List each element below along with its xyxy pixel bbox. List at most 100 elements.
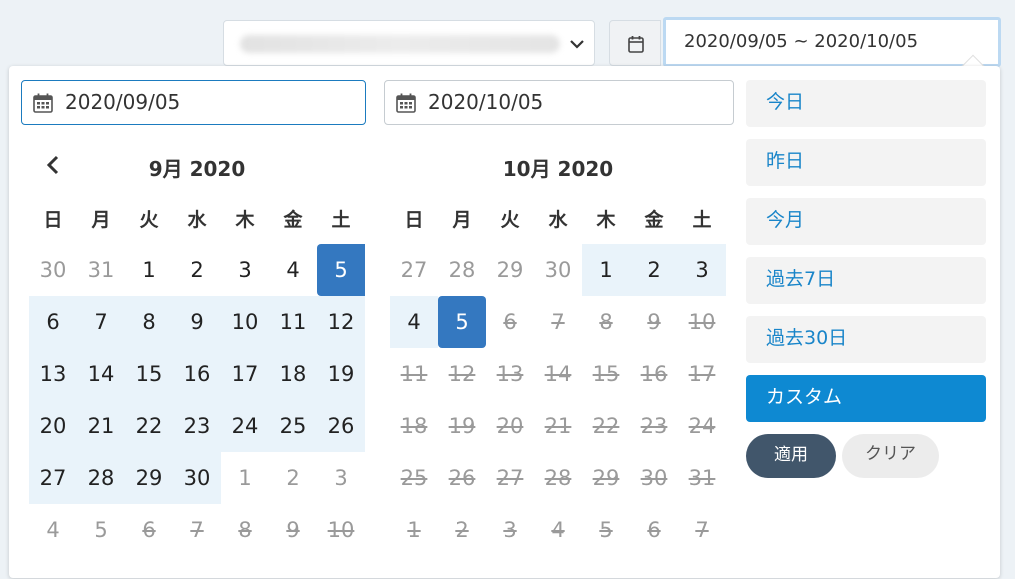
calendar-day: 23 xyxy=(640,414,668,438)
calendar-day[interactable]: 18 xyxy=(269,348,317,400)
calendar-day[interactable]: 8 xyxy=(125,296,173,348)
calendar-day[interactable]: 28 xyxy=(438,244,486,296)
calendar-day[interactable]: 7 xyxy=(77,296,125,348)
calendar-day[interactable]: 14 xyxy=(77,348,125,400)
blurred-select-value xyxy=(240,35,560,53)
calendar-day[interactable]: 28 xyxy=(77,452,125,504)
preset-range-item[interactable]: 今月 xyxy=(746,198,986,245)
calendar-day[interactable]: 27 xyxy=(29,452,77,504)
calendar-day: 9 xyxy=(286,518,300,542)
calendar-day[interactable]: 12 xyxy=(317,296,365,348)
calendar-day: 5 xyxy=(599,518,613,542)
calendar-day[interactable]: 6 xyxy=(29,296,77,348)
calendar-toggle-button[interactable] xyxy=(609,20,661,66)
calendar-day: 10 xyxy=(327,518,355,542)
weekday-header: 土 xyxy=(331,208,351,231)
calendar-day[interactable]: 13 xyxy=(29,348,77,400)
preset-range-item[interactable]: 過去30日 xyxy=(746,316,986,363)
calendar-day: 4 xyxy=(551,518,565,542)
calendar-day[interactable]: 23 xyxy=(173,400,221,452)
calendar-day: 6 xyxy=(647,518,661,542)
preset-range-item[interactable]: 昨日 xyxy=(746,139,986,186)
calendar-day[interactable]: 3 xyxy=(317,452,365,504)
calendar-day[interactable]: 30 xyxy=(534,244,582,296)
weekday-header: 火 xyxy=(500,208,520,231)
weekday-header: 火 xyxy=(139,208,159,231)
calendar-icon xyxy=(628,36,644,53)
account-select[interactable] xyxy=(223,20,595,66)
calendar-day[interactable]: 31 xyxy=(77,244,125,296)
calendar-day: 7 xyxy=(190,518,204,542)
calendar-day: 12 xyxy=(448,362,476,386)
calendar-day: 6 xyxy=(503,310,517,334)
calendar-day[interactable]: 1 xyxy=(582,244,630,296)
calendar-day[interactable]: 5 xyxy=(438,296,486,348)
calendar-day[interactable]: 2 xyxy=(269,452,317,504)
date-range-input[interactable]: 2020/09/05 ~ 2020/10/05 xyxy=(663,17,1001,67)
weekday-header: 日 xyxy=(43,208,63,231)
calendar-day[interactable]: 30 xyxy=(29,244,77,296)
end-date-value: 2020/10/05 xyxy=(428,90,544,114)
calendar-day: 7 xyxy=(551,310,565,334)
calendar-day: 28 xyxy=(544,466,572,490)
calendar-day[interactable]: 5 xyxy=(317,244,365,296)
calendar-day[interactable]: 29 xyxy=(486,244,534,296)
calendar-day: 6 xyxy=(142,518,156,542)
calendar-day: 31 xyxy=(688,466,716,490)
calendar-day[interactable]: 17 xyxy=(221,348,269,400)
calendar-day[interactable]: 4 xyxy=(29,504,77,556)
calendar-day[interactable]: 22 xyxy=(125,400,173,452)
weekday-header: 土 xyxy=(692,208,712,231)
calendar-day[interactable]: 16 xyxy=(173,348,221,400)
calendar-day: 15 xyxy=(592,362,620,386)
clear-button[interactable]: クリア xyxy=(842,434,939,478)
calendar-day[interactable]: 21 xyxy=(77,400,125,452)
calendar-day[interactable]: 27 xyxy=(390,244,438,296)
date-range-picker-popup: 2020/09/05 2020/10/05 9月 2020 10月 2020 日… xyxy=(9,66,1000,578)
calendar-day[interactable]: 24 xyxy=(221,400,269,452)
right-calendar-grid: 日月火水木金土 27 28 29 30 1 2 3 4 5 6 7 8 9 10 11 12 13 14 15 16 17… xyxy=(390,192,726,556)
calendar-day[interactable]: 20 xyxy=(29,400,77,452)
calendar-day[interactable]: 1 xyxy=(221,452,269,504)
calendar-day[interactable]: 2 xyxy=(173,244,221,296)
calendar-icon xyxy=(396,93,416,113)
calendar-day[interactable]: 3 xyxy=(221,244,269,296)
calendar-day: 27 xyxy=(496,466,524,490)
chevron-down-icon xyxy=(570,40,584,49)
calendar-day[interactable]: 19 xyxy=(317,348,365,400)
calendar-day[interactable]: 11 xyxy=(269,296,317,348)
calendar-day[interactable]: 1 xyxy=(125,244,173,296)
calendar-day: 14 xyxy=(544,362,572,386)
preset-range-item[interactable]: カスタム xyxy=(746,375,986,422)
calendar-day: 21 xyxy=(544,414,572,438)
calendar-day[interactable]: 4 xyxy=(269,244,317,296)
left-month-title: 9月 2020 xyxy=(148,157,246,181)
calendar-day[interactable]: 5 xyxy=(77,504,125,556)
calendar-day: 19 xyxy=(448,414,476,438)
end-date-input[interactable]: 2020/10/05 xyxy=(384,80,734,125)
calendar-day[interactable]: 10 xyxy=(221,296,269,348)
calendar-day: 18 xyxy=(400,414,428,438)
calendar-day: 16 xyxy=(640,362,668,386)
calendar-day: 3 xyxy=(503,518,517,542)
preset-range-item[interactable]: 今日 xyxy=(746,80,986,127)
calendar-day[interactable]: 4 xyxy=(390,296,438,348)
calendar-day[interactable]: 25 xyxy=(269,400,317,452)
calendar-day[interactable]: 29 xyxy=(125,452,173,504)
calendar-day[interactable]: 2 xyxy=(630,244,678,296)
calendar-day: 10 xyxy=(688,310,716,334)
calendar-day[interactable]: 26 xyxy=(317,400,365,452)
calendar-day[interactable]: 3 xyxy=(678,244,726,296)
calendar-day[interactable]: 15 xyxy=(125,348,173,400)
preset-range-item[interactable]: 過去7日 xyxy=(746,257,986,304)
calendar-day: 9 xyxy=(647,310,661,334)
start-date-input[interactable]: 2020/09/05 xyxy=(21,80,366,125)
calendar-day: 20 xyxy=(496,414,524,438)
calendar-day: 24 xyxy=(688,414,716,438)
calendar-day[interactable]: 30 xyxy=(173,452,221,504)
apply-button[interactable]: 適用 xyxy=(746,434,836,478)
weekday-header: 木 xyxy=(596,208,616,231)
calendar-day[interactable]: 9 xyxy=(173,296,221,348)
calendar-day: 8 xyxy=(238,518,252,542)
weekday-header: 木 xyxy=(235,208,255,231)
